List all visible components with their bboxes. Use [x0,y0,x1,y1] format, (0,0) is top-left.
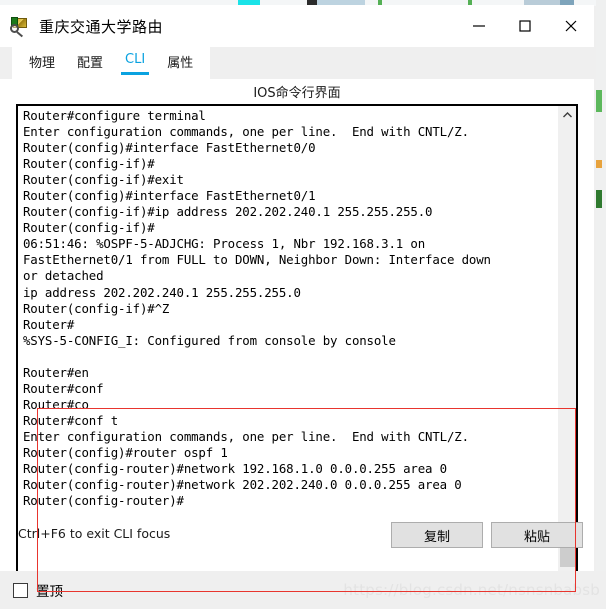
router-cli-window: 重庆交通大学路由 物理 配置 CLI 属性 IOS命令行界面 Router#co… [0,5,594,592]
maximize-button[interactable] [502,5,548,47]
cli-focus-hint: Ctrl+F6 to exit CLI focus [18,526,171,541]
minimize-button[interactable] [456,5,502,47]
pin-on-top-label: 置顶 [36,584,63,600]
close-icon [565,20,577,32]
cli-heading: IOS命令行界面 [253,86,341,101]
window-controls [456,5,594,47]
paste-button[interactable]: 粘贴 [491,522,583,548]
tab-cli[interactable]: CLI [114,47,156,79]
title-bar: 重庆交通大学路由 [0,5,594,47]
cli-panel: IOS命令行界面 Router#configure terminal Enter… [0,79,594,592]
minimize-icon [473,25,485,27]
background-chip [596,90,602,112]
chevron-up-icon [563,111,572,117]
desktop-background-right [596,0,606,609]
pin-on-top-row[interactable]: 置顶 [13,580,63,600]
scroll-up-button[interactable] [559,106,576,123]
window-title: 重庆交通大学路由 [39,17,164,36]
tab-config[interactable]: 配置 [66,47,114,79]
tab-strip: 物理 配置 CLI 属性 [0,47,594,79]
maximize-icon [519,20,531,32]
watermark: https://blog.csdn.net/nsnsnbabsb [343,581,600,599]
background-chip [596,160,602,168]
close-button[interactable] [548,5,594,47]
cli-footer: Ctrl+F6 to exit CLI focus 复制 粘贴 [0,511,594,571]
router-package-magnifier-icon [10,16,30,38]
copy-button[interactable]: 复制 [391,522,483,548]
tab-physical[interactable]: 物理 [18,47,66,79]
tab-group: 物理 配置 CLI 属性 [12,47,211,79]
bottom-bar: 置顶 https://blog.csdn.net/nsnsnbabsb [0,571,606,609]
tab-attributes[interactable]: 属性 [156,47,204,79]
pin-on-top-checkbox[interactable] [13,582,28,598]
background-chip [596,190,602,208]
